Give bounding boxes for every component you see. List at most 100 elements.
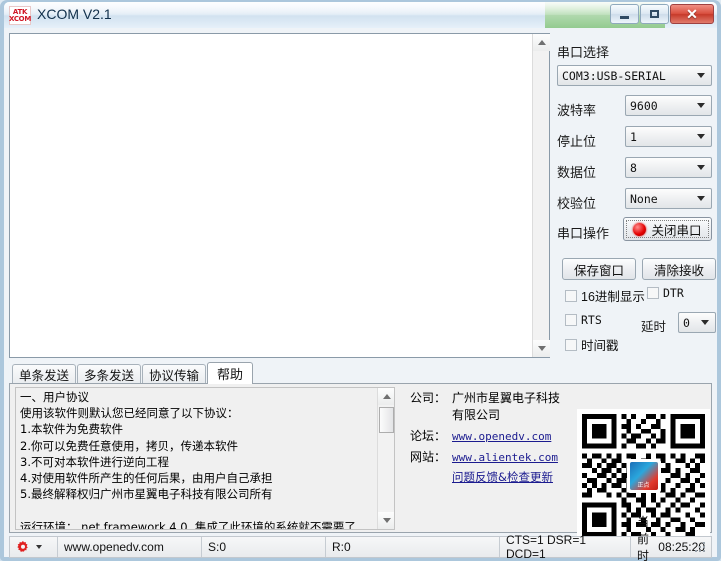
port-select-label: 串口选择: [557, 42, 609, 61]
data-bits-value: 8: [630, 161, 637, 175]
port-select-arrow: [693, 66, 708, 85]
help-scrollbar[interactable]: [377, 388, 394, 529]
baud-rate-dropdown[interactable]: 9600: [625, 95, 712, 116]
help-scroll-thumb[interactable]: [379, 407, 394, 433]
receive-scroll-up-button[interactable]: [533, 34, 550, 51]
company-key: 公司：: [410, 390, 452, 424]
xcom-application-window: ATK XCOM XCOM V2.1 ✕: [0, 0, 721, 561]
forum-key: 论坛：: [410, 428, 452, 445]
data-bits-label: 数据位: [557, 162, 596, 181]
delay-dropdown[interactable]: 0: [678, 312, 716, 333]
maximize-button[interactable]: [640, 4, 669, 24]
feedback-row: 问题反馈&检查更新: [410, 469, 570, 486]
status-sent-count: S:0: [202, 537, 326, 557]
app-logo-icon: ATK XCOM: [9, 6, 31, 25]
status-signals-label: CTS=1 DSR=1 DCD=1: [506, 533, 624, 561]
app-logo-bottom-text: XCOM: [9, 16, 31, 23]
stop-bits-value: 1: [630, 130, 637, 144]
stop-bits-arrow: [693, 127, 708, 146]
tab-strip: 单条发送 多条发送 协议传输 帮助: [9, 362, 712, 384]
tab-multi-send[interactable]: 多条发送: [77, 364, 141, 384]
data-bits-arrow: [693, 158, 708, 177]
qr-logo-text: 正点: [637, 482, 649, 490]
chevron-down-icon: [538, 346, 546, 351]
hex-display-label: 16进制显示: [581, 286, 645, 305]
stop-bits-dropdown[interactable]: 1: [625, 126, 712, 147]
status-site-label: www.openedv.com: [64, 540, 164, 554]
status-site[interactable]: www.openedv.com: [58, 537, 202, 557]
company-value-line2: 有限公司: [452, 408, 500, 422]
save-window-button[interactable]: 保存窗口: [562, 258, 636, 280]
resize-grip-icon[interactable]: [695, 542, 707, 554]
checkbox-box-icon: [565, 314, 577, 326]
help-text-area[interactable]: 一、用户协议 使用该软件则默认您已经同意了以下协议： 1.本软件为免费软件 2.…: [15, 387, 395, 530]
parity-value: None: [630, 192, 658, 206]
gear-icon: [16, 540, 30, 554]
receive-scrollbar[interactable]: [532, 34, 549, 357]
baud-rate-label: 波特率: [557, 100, 596, 119]
settings-menu-button[interactable]: [10, 537, 58, 557]
company-value-line1: 广州市星翼电子科技: [452, 391, 560, 405]
clear-receive-button[interactable]: 清除接收: [642, 258, 716, 280]
company-info: 公司： 广州市星翼电子科技 有限公司 论坛： www.openedv.com 网…: [410, 390, 570, 489]
hex-display-checkbox[interactable]: 16进制显示: [565, 286, 645, 305]
help-scroll-up-button[interactable]: [378, 388, 395, 405]
parity-dropdown[interactable]: None: [625, 188, 712, 209]
timestamp-checkbox[interactable]: 时间戳: [565, 335, 619, 354]
focus-outline: [626, 220, 709, 238]
clear-receive-button-label: 清除接收: [654, 260, 704, 279]
serial-settings-panel: 串口选择 COM3:USB-SERIAL 波特率 9600 停止位 1 数据位 …: [553, 32, 713, 382]
stop-bits-label: 停止位: [557, 131, 596, 150]
help-text-content: 一、用户协议 使用该软件则默认您已经同意了以下协议： 1.本软件为免费软件 2.…: [20, 389, 372, 530]
port-operation-label: 串口操作: [557, 223, 609, 242]
status-signals: CTS=1 DSR=1 DCD=1: [500, 537, 631, 557]
dtr-label: DTR: [663, 286, 684, 300]
checkbox-box-icon: [565, 339, 577, 351]
close-icon: ✕: [686, 7, 698, 21]
status-sent-label: S:0: [208, 540, 226, 554]
title-bar[interactable]: ATK XCOM XCOM V2.1 ✕: [4, 2, 717, 28]
window-controls: ✕: [609, 4, 714, 24]
website-link[interactable]: www.alientek.com: [452, 449, 570, 466]
tab-help[interactable]: 帮助: [207, 362, 253, 384]
receive-scroll-down-button[interactable]: [533, 340, 550, 357]
port-select-value: COM3:USB-SERIAL: [562, 69, 666, 83]
window-title: XCOM V2.1: [37, 6, 112, 22]
save-window-button-label: 保存窗口: [574, 260, 624, 279]
status-received-label: R:0: [332, 540, 351, 554]
data-bits-dropdown[interactable]: 8: [625, 157, 712, 178]
status-received-count: R:0: [326, 537, 500, 557]
receive-textarea[interactable]: [9, 33, 550, 358]
chevron-up-icon: [383, 394, 391, 399]
company-value: 广州市星翼电子科技 有限公司: [452, 390, 570, 424]
delay-label: 延时: [641, 316, 666, 335]
tab-single-send-label: 单条发送: [19, 365, 69, 384]
baud-rate-arrow: [693, 96, 708, 115]
help-scroll-down-button[interactable]: [378, 512, 395, 529]
company-row: 公司： 广州市星翼电子科技 有限公司: [410, 390, 570, 424]
close-port-button[interactable]: 关闭串口: [623, 217, 712, 241]
chevron-down-icon: [383, 518, 391, 523]
client-area: 串口选择 COM3:USB-SERIAL 波特率 9600 停止位 1 数据位 …: [5, 28, 716, 556]
baud-rate-value: 9600: [630, 99, 658, 113]
feedback-spacer: [410, 469, 452, 486]
close-button[interactable]: ✕: [670, 4, 714, 24]
tab-protocol-transfer[interactable]: 协议传输: [142, 364, 206, 384]
rts-checkbox[interactable]: RTS: [565, 313, 602, 327]
status-bar: www.openedv.com S:0 R:0 CTS=1 DSR=1 DCD=…: [9, 536, 712, 558]
timestamp-label: 时间戳: [581, 335, 619, 354]
website-row: 网站： www.alientek.com: [410, 449, 570, 466]
forum-row: 论坛： www.openedv.com: [410, 428, 570, 445]
delay-value: 0: [683, 316, 690, 330]
dtr-checkbox[interactable]: DTR: [647, 286, 684, 300]
receive-textarea-content: [13, 36, 528, 354]
forum-link[interactable]: www.openedv.com: [452, 428, 570, 445]
tab-multi-send-label: 多条发送: [84, 365, 134, 384]
minimize-button[interactable]: [610, 4, 639, 24]
checkbox-box-icon: [565, 290, 577, 302]
minimize-icon: [620, 16, 629, 19]
tab-single-send[interactable]: 单条发送: [12, 364, 76, 384]
feedback-update-link[interactable]: 问题反馈&检查更新: [452, 469, 570, 486]
port-select-dropdown[interactable]: COM3:USB-SERIAL: [557, 65, 712, 86]
website-key: 网站：: [410, 449, 452, 466]
